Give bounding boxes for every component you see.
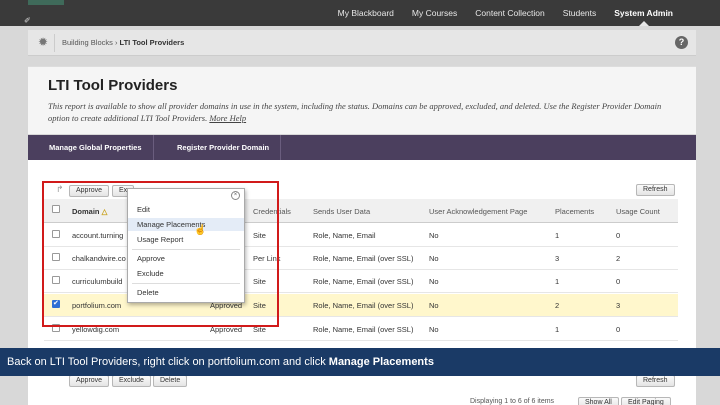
nav-my-courses[interactable]: My Courses [403, 0, 466, 26]
menu-item-delete[interactable]: Delete [128, 286, 244, 299]
delete-button-bottom[interactable]: Delete [153, 375, 188, 387]
cell-placements: 1 [555, 277, 560, 286]
action-bar: Manage Global Properties Register Provid… [28, 135, 696, 160]
description-text: This report is available to show all pro… [48, 101, 662, 123]
close-icon[interactable]: × [231, 191, 240, 200]
exclude-button-bottom[interactable]: Exclude [112, 375, 151, 387]
more-help-link[interactable]: More Help [209, 113, 246, 123]
nav-my-blackboard[interactable]: My Blackboard [329, 0, 403, 26]
caption-text: Back on LTI Tool Providers, right click … [7, 356, 329, 368]
refresh-button-bottom[interactable]: Refresh [636, 375, 675, 387]
paging-info: Displaying 1 to 6 of 6 items [470, 398, 555, 405]
gear-icon[interactable]: ✹ [36, 35, 50, 49]
nav-students[interactable]: Students [554, 0, 606, 26]
caption-bold: Manage Placements [328, 356, 434, 368]
menu-divider [132, 249, 240, 250]
cell-user-data: Role, Name, Email (over SSL) [313, 254, 414, 263]
context-menu: × Edit Manage Placements Usage Report Ap… [127, 188, 245, 303]
help-icon[interactable]: ? [675, 36, 688, 49]
pin-icon[interactable]: ✐ [24, 16, 31, 25]
cell-ack: No [429, 277, 439, 286]
page-header: LTI Tool Providers This report is availa… [28, 66, 696, 134]
cell-ack: No [429, 301, 439, 310]
cell-user-data: Role, Name, Email (over SSL) [313, 277, 414, 286]
cell-usage: 0 [616, 277, 621, 286]
column-sends-user-data[interactable]: Sends User Data [313, 207, 370, 216]
refresh-button[interactable]: Refresh [636, 184, 675, 196]
cell-usage: 3 [616, 301, 621, 310]
nav-content-collection[interactable]: Content Collection [466, 0, 553, 26]
cell-user-data: Role, Name, Email [313, 231, 376, 240]
menu-item-usage-report[interactable]: Usage Report [128, 233, 244, 246]
cell-ack: No [429, 325, 439, 334]
breadcrumb-separator: › [114, 38, 118, 47]
edit-paging-button[interactable]: Edit Paging [621, 397, 671, 405]
column-placements[interactable]: Placements [555, 207, 594, 216]
page-title: LTI Tool Providers [48, 77, 178, 94]
instruction-caption: Back on LTI Tool Providers, right click … [0, 348, 720, 376]
cell-placements: 1 [555, 231, 560, 240]
top-navigation-bar: ✐ My Blackboard My Courses Content Colle… [0, 0, 720, 26]
logo [28, 0, 64, 5]
column-usage-count[interactable]: Usage Count [616, 207, 660, 216]
register-provider-domain-button[interactable]: Register Provider Domain [166, 135, 282, 160]
cell-placements: 1 [555, 325, 560, 334]
menu-item-edit[interactable]: Edit [128, 203, 244, 216]
cell-user-data: Role, Name, Email (over SSL) [313, 325, 414, 334]
cell-ack: No [429, 231, 439, 240]
cell-user-data: Role, Name, Email (over SSL) [313, 301, 414, 310]
cell-ack: No [429, 254, 439, 263]
manage-global-properties-button[interactable]: Manage Global Properties [38, 135, 154, 160]
cell-usage: 2 [616, 254, 621, 263]
top-nav: My Blackboard My Courses Content Collect… [329, 0, 682, 26]
cell-placements: 3 [555, 254, 560, 263]
page-description: This report is available to show all pro… [48, 100, 668, 124]
divider [54, 34, 55, 52]
nav-system-admin[interactable]: System Admin [605, 0, 682, 26]
cell-placements: 2 [555, 301, 560, 310]
breadcrumb-building-blocks[interactable]: Building Blocks [62, 38, 113, 47]
cell-usage: 0 [616, 325, 621, 334]
cell-usage: 0 [616, 231, 621, 240]
menu-item-exclude[interactable]: Exclude [128, 267, 244, 280]
breadcrumb: Building Blocks › LTI Tool Providers [62, 38, 184, 47]
column-ack-page[interactable]: User Acknowledgement Page [429, 207, 527, 216]
breadcrumb-bar: ✹ Building Blocks › LTI Tool Providers ? [28, 30, 696, 56]
approve-button-bottom[interactable]: Approve [69, 375, 110, 387]
menu-divider [132, 283, 240, 284]
menu-item-approve[interactable]: Approve [128, 252, 244, 265]
breadcrumb-current: LTI Tool Providers [119, 38, 185, 47]
show-all-button[interactable]: Show All [578, 397, 619, 405]
hand-cursor-icon: ☝ [194, 225, 207, 236]
menu-item-manage-placements[interactable]: Manage Placements [128, 218, 244, 231]
